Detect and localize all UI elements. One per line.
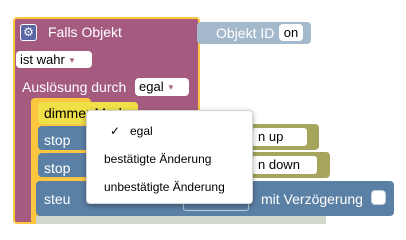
gear-icon[interactable]: ⚙ xyxy=(20,24,37,41)
menu-item-label: egal xyxy=(130,124,153,138)
delay-checkbox[interactable] xyxy=(371,190,386,205)
stop-label: stop xyxy=(44,160,71,176)
trigger-label: Auslösung durch xyxy=(22,79,127,95)
condition-dropdown[interactable]: ist wahr ▾ xyxy=(16,51,92,68)
trigger-dropdown[interactable]: egal ▾ xyxy=(135,78,189,96)
chevron-down-icon: ▾ xyxy=(69,55,75,65)
chevron-down-icon: ▾ xyxy=(168,82,174,92)
block-title: Falls Objekt xyxy=(48,24,122,40)
menu-item-label: unbestätigte Änderung xyxy=(104,180,225,194)
menu-item-bestaetigte-aenderung[interactable]: bestätigte Änderung xyxy=(87,146,252,172)
trigger-value: egal xyxy=(139,79,164,94)
down-value-field[interactable]: n down xyxy=(252,156,317,174)
menu-item-egal[interactable]: ✓ egal xyxy=(87,118,252,144)
block-bottom-edge xyxy=(36,216,326,224)
steuer-label: steu xyxy=(44,191,71,207)
checkmark-icon: ✓ xyxy=(110,124,121,138)
stop-label: stop xyxy=(44,132,71,148)
menu-item-unbestaetigte-aenderung[interactable]: unbestätigte Änderung xyxy=(87,174,252,200)
objekt-id-field[interactable]: on xyxy=(279,24,303,41)
condition-value: ist wahr xyxy=(20,52,65,67)
trigger-dropdown-menu: ✓ egal bestätigte Änderung unbestätigte … xyxy=(86,110,253,204)
delay-label: mit Verzögerung xyxy=(261,191,363,207)
menu-item-label: bestätigte Änderung xyxy=(104,152,212,166)
objekt-id-label: Objekt ID xyxy=(216,25,275,41)
up-value-field[interactable]: n up xyxy=(252,128,307,146)
